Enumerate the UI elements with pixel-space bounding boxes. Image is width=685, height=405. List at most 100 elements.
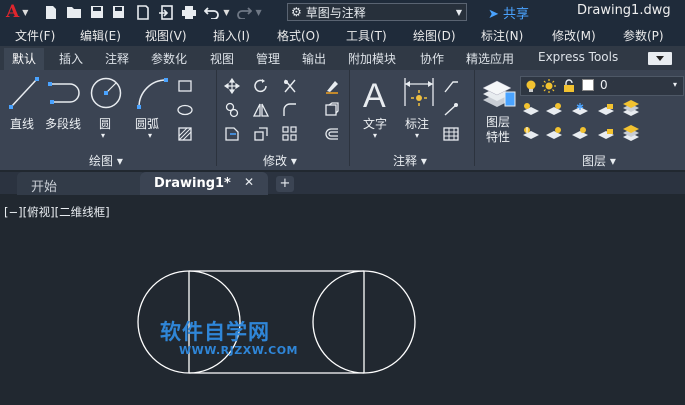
- arc-icon[interactable]: [135, 76, 169, 110]
- menu-item-file[interactable]: 文件(F): [15, 27, 55, 44]
- draw-panel-title[interactable]: 绘图 ▾: [89, 152, 123, 169]
- layer-properties-icon[interactable]: [481, 78, 517, 112]
- redo-icon[interactable]: [236, 5, 253, 20]
- ribbon-options-dropdown[interactable]: [648, 52, 672, 65]
- circle-label[interactable]: 圆: [99, 115, 111, 132]
- trim-icon[interactable]: [282, 78, 298, 94]
- drawing-canvas[interactable]: [0, 196, 685, 405]
- circle-icon[interactable]: [89, 76, 123, 110]
- tab-output[interactable]: 输出: [302, 50, 326, 67]
- open-folder-icon[interactable]: [65, 5, 82, 20]
- layer-off-icon[interactable]: [522, 102, 540, 116]
- undo-dropdown-icon[interactable]: ▼: [223, 8, 229, 17]
- rotate-icon[interactable]: [253, 78, 269, 94]
- arc-label[interactable]: 圆弧: [135, 115, 159, 132]
- chevron-down-icon[interactable]: ▾: [148, 131, 152, 140]
- layer-isolate-icon[interactable]: [545, 102, 563, 116]
- explode-icon[interactable]: [324, 102, 340, 118]
- annotation-panel-title[interactable]: 注释 ▾: [393, 152, 427, 169]
- workspace-selector[interactable]: ⚙ 草图与注释 ▼: [287, 3, 467, 21]
- layer-make-current-icon[interactable]: [622, 100, 640, 116]
- menu-item-insert[interactable]: 插入(I): [213, 27, 250, 44]
- layer-thaw-icon[interactable]: [571, 126, 589, 140]
- text-label[interactable]: 文字: [363, 115, 387, 132]
- chevron-down-icon[interactable]: ▾: [101, 131, 105, 140]
- move-icon[interactable]: [224, 78, 240, 94]
- menu-item-tools[interactable]: 工具(T): [346, 27, 387, 44]
- add-tab-icon[interactable]: +: [276, 176, 294, 192]
- fillet-icon[interactable]: [282, 102, 298, 118]
- layer-properties-label[interactable]: 图层特性: [486, 115, 514, 145]
- modify-panel-title[interactable]: 修改 ▾: [263, 152, 297, 169]
- rectangle-icon[interactable]: [177, 78, 193, 94]
- new-file-icon[interactable]: [42, 5, 59, 20]
- tab-default[interactable]: 默认: [4, 48, 45, 70]
- save-icon[interactable]: [88, 5, 105, 20]
- export-icon[interactable]: [157, 4, 174, 20]
- dimension-label[interactable]: 标注: [405, 115, 429, 132]
- tab-collaborate[interactable]: 协作: [420, 50, 444, 67]
- linear-dimension-icon[interactable]: [443, 102, 459, 118]
- save-as-icon[interactable]: [111, 5, 128, 20]
- copy-icon[interactable]: [224, 102, 240, 118]
- table-icon[interactable]: [443, 126, 459, 142]
- layer-lock-icon[interactable]: [597, 102, 615, 116]
- plot-to-pdf-icon[interactable]: [134, 4, 151, 20]
- app-menu-caret-icon[interactable]: ▼: [22, 8, 28, 17]
- layer-unlock-icon[interactable]: [597, 126, 615, 140]
- chevron-down-icon[interactable]: ▾: [415, 131, 419, 140]
- layer-freeze-icon[interactable]: [571, 102, 589, 116]
- menu-item-edit[interactable]: 编辑(E): [80, 27, 121, 44]
- erase-icon[interactable]: [324, 78, 340, 94]
- menu-item-dimension[interactable]: 标注(N): [481, 27, 523, 44]
- stretch-icon[interactable]: [224, 126, 240, 142]
- dimension-icon[interactable]: [402, 76, 436, 110]
- text-icon[interactable]: A: [362, 76, 392, 112]
- chevron-down-icon[interactable]: ▾: [373, 131, 377, 140]
- tab-featured-apps[interactable]: 精选应用: [466, 50, 514, 67]
- tab-annotate[interactable]: 注释: [105, 50, 129, 67]
- redo-dropdown-icon[interactable]: ▼: [256, 8, 262, 17]
- polyline-icon[interactable]: [46, 80, 84, 108]
- menu-item-view[interactable]: 视图(V): [145, 27, 187, 44]
- close-icon[interactable]: ✕: [244, 175, 254, 189]
- start-tab[interactable]: 开始: [17, 172, 145, 195]
- line-label[interactable]: 直线: [10, 115, 34, 132]
- share-button[interactable]: ➤ 共享: [488, 3, 529, 22]
- polyline-label[interactable]: 多段线: [45, 115, 81, 132]
- offset-icon[interactable]: [324, 126, 340, 142]
- tab-insert[interactable]: 插入: [59, 50, 83, 67]
- print-icon[interactable]: [180, 5, 197, 20]
- layer-on-icon[interactable]: [522, 126, 540, 140]
- tab-addins[interactable]: 附加模块: [348, 50, 396, 67]
- layer-unisolate-icon[interactable]: [545, 126, 563, 140]
- menu-item-modify[interactable]: 修改(M): [552, 27, 596, 44]
- line-icon[interactable]: [8, 76, 40, 110]
- array-icon[interactable]: [282, 126, 298, 142]
- leader-icon[interactable]: [443, 78, 459, 94]
- tab-parametric[interactable]: 参数化: [151, 50, 187, 67]
- app-logo[interactable]: A: [6, 2, 19, 22]
- menu-item-format[interactable]: 格式(O): [277, 27, 320, 44]
- chevron-down-icon: ▼: [455, 7, 462, 17]
- scale-icon[interactable]: [253, 126, 269, 142]
- layers-panel-title-label: 图层: [582, 154, 607, 168]
- sun-icon: [542, 79, 556, 93]
- layer-match-icon[interactable]: [622, 125, 640, 141]
- tab-view[interactable]: 视图: [210, 50, 234, 67]
- annotation-panel-title-label: 注释: [393, 154, 418, 168]
- hatch-icon[interactable]: [177, 126, 193, 142]
- undo-icon[interactable]: [203, 5, 220, 20]
- menu-item-draw[interactable]: 绘图(D): [413, 27, 456, 44]
- menu-item-parametric[interactable]: 参数(P): [623, 27, 664, 44]
- mirror-icon[interactable]: [253, 102, 269, 118]
- ribbon-tab-bar: 默认 插入 注释 参数化 视图 管理 输出 附加模块 协作 精选应用 Expre…: [0, 46, 685, 70]
- layers-panel-title[interactable]: 图层 ▾: [582, 152, 616, 169]
- panel-divider: [474, 70, 475, 166]
- draw-panel-title-label: 绘图: [89, 154, 114, 168]
- ellipse-icon[interactable]: [177, 102, 193, 118]
- viewport-controls[interactable]: [−][俯视][二维线框]: [4, 204, 110, 220]
- tab-express-tools[interactable]: Express Tools: [538, 50, 618, 64]
- layer-color-swatch: [582, 79, 594, 91]
- tab-manage[interactable]: 管理: [256, 50, 280, 67]
